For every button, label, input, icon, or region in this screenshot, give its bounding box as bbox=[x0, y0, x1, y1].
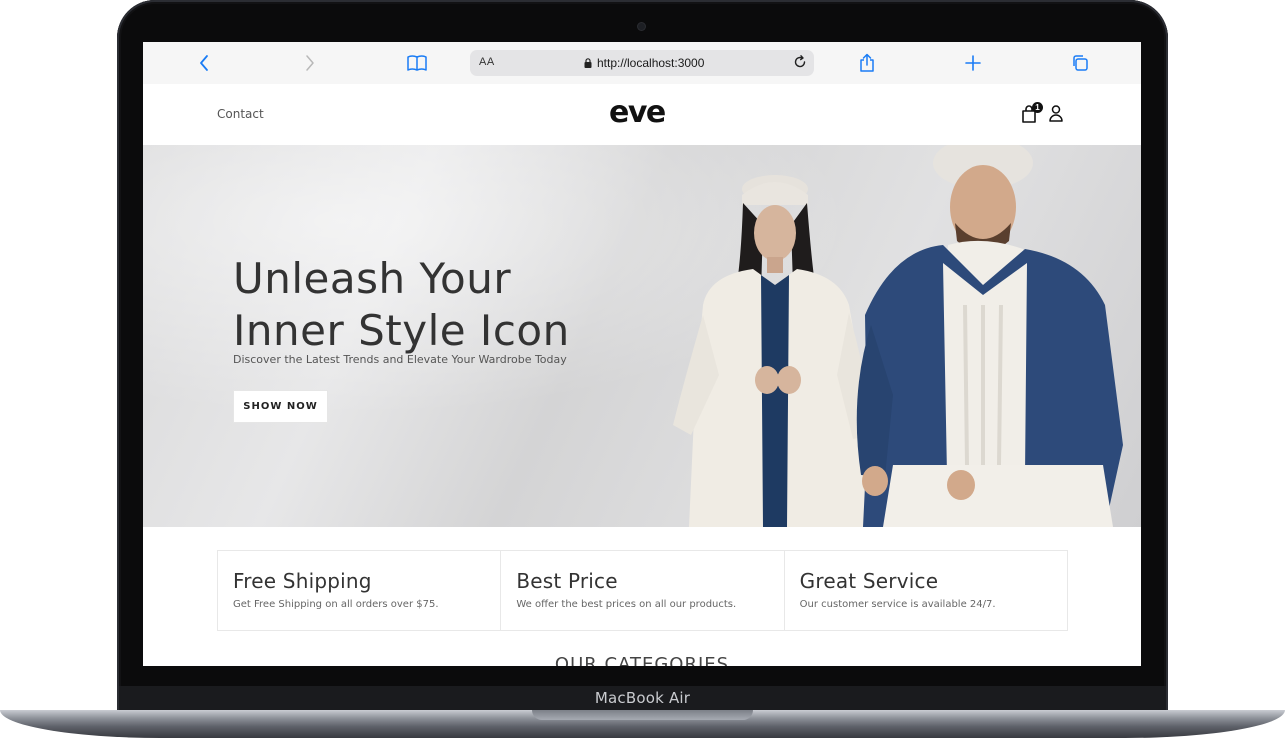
account-button[interactable] bbox=[1048, 104, 1064, 127]
forward-button[interactable] bbox=[295, 50, 325, 76]
cart-button[interactable]: 1 bbox=[1021, 102, 1043, 124]
share-icon bbox=[860, 53, 874, 72]
categories-heading: OUR CATEGORIES bbox=[554, 654, 730, 666]
tabs-icon bbox=[1073, 55, 1088, 71]
address-bar[interactable]: AA http://localhost:3000 bbox=[470, 50, 814, 76]
shop-now-button[interactable]: SHOW NOW bbox=[233, 390, 328, 423]
feature-description: Our customer service is available 24/7. bbox=[799, 599, 996, 610]
new-tab-button[interactable] bbox=[958, 50, 988, 76]
man-figure bbox=[856, 145, 1123, 527]
feature-great-service: Great Service Our customer service is av… bbox=[785, 551, 1067, 630]
share-button[interactable] bbox=[852, 50, 882, 76]
camera-icon bbox=[638, 23, 645, 30]
cart-count-badge: 1 bbox=[1032, 102, 1043, 113]
tabs-button[interactable] bbox=[1065, 50, 1095, 76]
site-header: Contact eve 1 bbox=[143, 84, 1141, 145]
hero-models-image bbox=[673, 145, 1123, 527]
plus-icon bbox=[965, 55, 981, 71]
text-size-button[interactable]: AA bbox=[479, 56, 495, 68]
reload-button[interactable] bbox=[792, 54, 808, 75]
lock-icon bbox=[584, 58, 592, 68]
book-icon bbox=[407, 55, 427, 71]
device-label: MacBook Air bbox=[594, 689, 691, 707]
feature-best-price: Best Price We offer the best prices on a… bbox=[501, 551, 785, 630]
feature-description: Get Free Shipping on all orders over $75… bbox=[233, 599, 439, 610]
hero-banner: Unleash Your Inner Style Icon Discover t… bbox=[143, 145, 1141, 527]
features-strip: Free Shipping Get Free Shipping on all o… bbox=[217, 550, 1068, 631]
screen: AA http://localhost:3000 Contact eve 1 U… bbox=[143, 42, 1141, 666]
reload-icon bbox=[794, 55, 806, 68]
feature-title: Best Price bbox=[516, 569, 618, 593]
url-text: http://localhost:3000 bbox=[597, 56, 705, 70]
feature-title: Great Service bbox=[799, 569, 939, 593]
site-logo[interactable]: eve bbox=[609, 95, 666, 130]
feature-title: Free Shipping bbox=[233, 569, 372, 593]
bookmarks-button[interactable] bbox=[402, 50, 432, 76]
nav-contact-link[interactable]: Contact bbox=[217, 107, 264, 121]
feature-free-shipping: Free Shipping Get Free Shipping on all o… bbox=[218, 551, 502, 630]
hero-subtitle: Discover the Latest Trends and Elevate Y… bbox=[233, 353, 567, 366]
back-button[interactable] bbox=[189, 50, 219, 76]
laptop-opening-notch bbox=[532, 710, 753, 720]
feature-description: We offer the best prices on all our prod… bbox=[516, 599, 737, 610]
browser-toolbar: AA http://localhost:3000 bbox=[143, 42, 1141, 85]
chevron-left-icon bbox=[200, 55, 208, 71]
hero-title: Unleash Your Inner Style Icon bbox=[233, 254, 570, 355]
user-icon bbox=[1049, 105, 1063, 122]
woman-figure bbox=[673, 175, 873, 527]
chevron-right-icon bbox=[306, 55, 314, 71]
